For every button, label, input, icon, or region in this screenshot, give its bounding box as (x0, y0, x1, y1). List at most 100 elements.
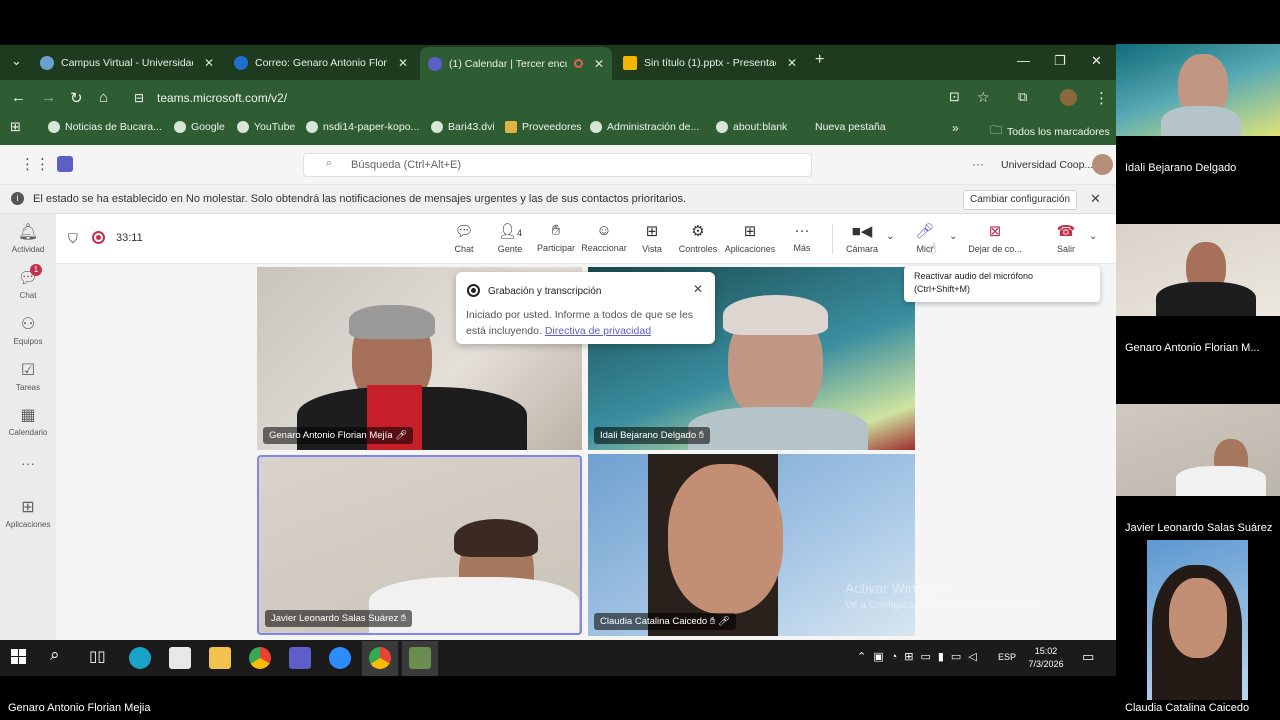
tab-pptx[interactable]: Sin título (1).pptx - Presentación ✕ (615, 49, 805, 76)
tab-search-icon[interactable]: ⌄ (11, 53, 22, 69)
privacy-link[interactable]: Directiva de privacidad (545, 325, 651, 337)
bookmark-item[interactable]: Administración de... (590, 121, 699, 133)
close-tab-icon[interactable]: ✕ (398, 56, 408, 70)
extensions-icon[interactable]: ⧉ (1018, 89, 1027, 105)
sidebar-item-teams[interactable]: ⚇ Equipos (0, 314, 56, 346)
close-tab-icon[interactable]: ✕ (594, 57, 604, 71)
recording-icon (92, 231, 105, 244)
more-button[interactable]: ··· Más (772, 222, 832, 253)
more-options-icon[interactable]: ··· (972, 157, 984, 171)
search-input[interactable]: ⌕ Búsqueda (Ctrl+Alt+E) (303, 153, 812, 177)
edge-icon[interactable] (129, 647, 151, 669)
app-launcher-icon[interactable]: ⋮⋮ (20, 155, 50, 173)
install-app-icon[interactable]: ⊡ (949, 89, 960, 105)
profile-avatar[interactable] (1060, 89, 1077, 106)
mail-icon[interactable] (169, 647, 191, 669)
chat-icon: 💬︎ (17, 270, 39, 287)
url-field[interactable]: teams.microsoft.com/v2/ (157, 91, 287, 105)
teams-logo-icon (57, 156, 73, 172)
tooltip-shortcut: (Ctrl+Shift+M) (914, 284, 971, 294)
close-popup-icon[interactable]: ✕ (693, 282, 703, 296)
chrome-profile-icon[interactable] (369, 647, 391, 669)
close-tab-icon[interactable]: ✕ (787, 56, 797, 70)
controls-button[interactable]: ⚙︎ Controles (668, 222, 728, 254)
record-icon (467, 284, 480, 297)
leave-chevron-icon[interactable]: ⌄ (1089, 231, 1097, 242)
teams-icon[interactable] (289, 647, 311, 669)
bookmark-item[interactable]: Proveedores (505, 121, 582, 133)
tooltip-line: Reactivar audio del micrófono (914, 271, 1034, 281)
bookmark-icon (716, 121, 728, 133)
side-participant-name: Javier Leonardo Salas Suárez (1125, 522, 1273, 534)
camera-icon: ■◀︎ (851, 223, 873, 240)
mic-chevron-icon[interactable]: ⌄ (949, 231, 957, 242)
minimize-icon[interactable]: — (1017, 53, 1030, 68)
mic-button[interactable]: 🎤︎ Micr (895, 222, 955, 254)
tab-calendar[interactable]: (1) Calendar | Tercer encuent ✕ (420, 47, 612, 80)
sidebar-item-activity[interactable]: 🔔︎ Actividad (0, 222, 56, 254)
system-tray-icons[interactable]: ⌃▣◔⊞▭▮▭◁ (857, 650, 984, 663)
home-icon[interactable]: ⌂ (99, 89, 108, 106)
leave-button[interactable]: ☎ Salir (1036, 222, 1096, 254)
close-window-icon[interactable]: ✕ (1091, 53, 1102, 69)
controls-icon: ⚙︎ (691, 223, 705, 240)
participant-hair (454, 519, 538, 557)
tab-correo[interactable]: Correo: Genaro Antonio Florian ✕ (226, 49, 416, 76)
restore-icon[interactable]: ❐ (1054, 53, 1066, 69)
language-indicator[interactable]: ESP (998, 652, 1016, 662)
sidebar-item-calendar[interactable]: ▦ Calendario (0, 405, 56, 437)
chrome-icon[interactable] (249, 647, 271, 669)
bookmark-item[interactable]: YouTube (237, 121, 295, 133)
bookmark-item[interactable]: Bari43.dvi (431, 121, 495, 133)
change-settings-button[interactable]: Cambiar configuración (963, 190, 1077, 210)
apps-grid-icon[interactable]: ⊞ (10, 119, 21, 135)
close-tab-icon[interactable]: ✕ (204, 56, 214, 70)
start-icon[interactable] (11, 649, 26, 664)
bookmark-item[interactable]: Google (174, 121, 225, 133)
bookmark-item[interactable]: Nueva pestaña (815, 121, 886, 133)
menu-dots-icon[interactable]: ⋮ (1094, 89, 1109, 107)
search-icon[interactable]: ⌕ (50, 645, 60, 665)
mic-off-icon: 🎤︎ (915, 223, 935, 240)
bookmark-star-icon[interactable]: ☆ (977, 89, 990, 106)
new-tab-icon[interactable]: + (815, 51, 824, 69)
stop-sharing-button[interactable]: ⊠ Dejar de co... (964, 222, 1026, 254)
sidebar-item-apps[interactable]: ⊞ Aplicaciones (0, 497, 56, 529)
teams-icon (428, 56, 442, 71)
task-view-icon[interactable]: ▯▯ (89, 647, 106, 665)
camera-chevron-icon[interactable]: ⌄ (886, 231, 894, 242)
sidebar-item-chat[interactable]: 💬︎ Chat (0, 268, 56, 300)
stop-share-icon: ⊠ (988, 223, 1002, 240)
close-banner-icon[interactable]: ✕ (1090, 191, 1101, 207)
camera-button[interactable]: ■◀︎ Cámara (832, 222, 892, 254)
zoom-icon[interactable] (329, 647, 351, 669)
hang-up-icon: ☎ (1056, 223, 1076, 240)
forward-icon[interactable]: → (41, 89, 56, 106)
bookmark-icon (590, 121, 602, 133)
more-bookmarks-icon[interactable]: » (952, 121, 959, 135)
more-apps-icon[interactable]: ··· (0, 455, 56, 471)
clock[interactable]: 15:02 7/3/2026 (1027, 645, 1065, 671)
back-icon[interactable]: ← (11, 89, 26, 106)
tab-campus[interactable]: Campus Virtual - Universidad C ✕ (32, 49, 222, 76)
file-explorer-icon[interactable] (209, 647, 231, 669)
sidebar-item-tasks[interactable]: ☑ Tareas (0, 360, 56, 392)
bookmark-icon (431, 121, 443, 133)
reload-icon[interactable]: ↻ (70, 89, 83, 107)
site-info-icon[interactable]: ⊟ (134, 91, 144, 105)
bookmark-item[interactable]: Noticias de Bucara... (48, 121, 162, 133)
video-tile-active-speaker[interactable]: Javier Leonardo Salas Suárez ✋︎ (257, 455, 582, 635)
banner-text: El estado se ha establecido en No molest… (33, 193, 687, 205)
tab-title: Correo: Genaro Antonio Florian (255, 56, 387, 69)
recording-popup-title: Grabación y transcripción (488, 286, 602, 297)
participant-body (688, 407, 868, 450)
side-video-thumb (1116, 404, 1280, 496)
bookmark-item[interactable]: about:blank (716, 121, 787, 133)
app-icon[interactable] (409, 647, 431, 669)
tab-title: Sin título (1).pptx - Presentación (644, 56, 776, 69)
avatar[interactable] (1092, 154, 1113, 175)
bookmark-item[interactable]: nsdi14-paper-kopo... (306, 121, 419, 133)
notifications-icon[interactable]: ▭ (1082, 649, 1094, 665)
all-bookmarks[interactable]: 🗀 Todos los marcadores (990, 121, 1110, 142)
apps-button[interactable]: ⊞ Aplicaciones (720, 222, 780, 254)
